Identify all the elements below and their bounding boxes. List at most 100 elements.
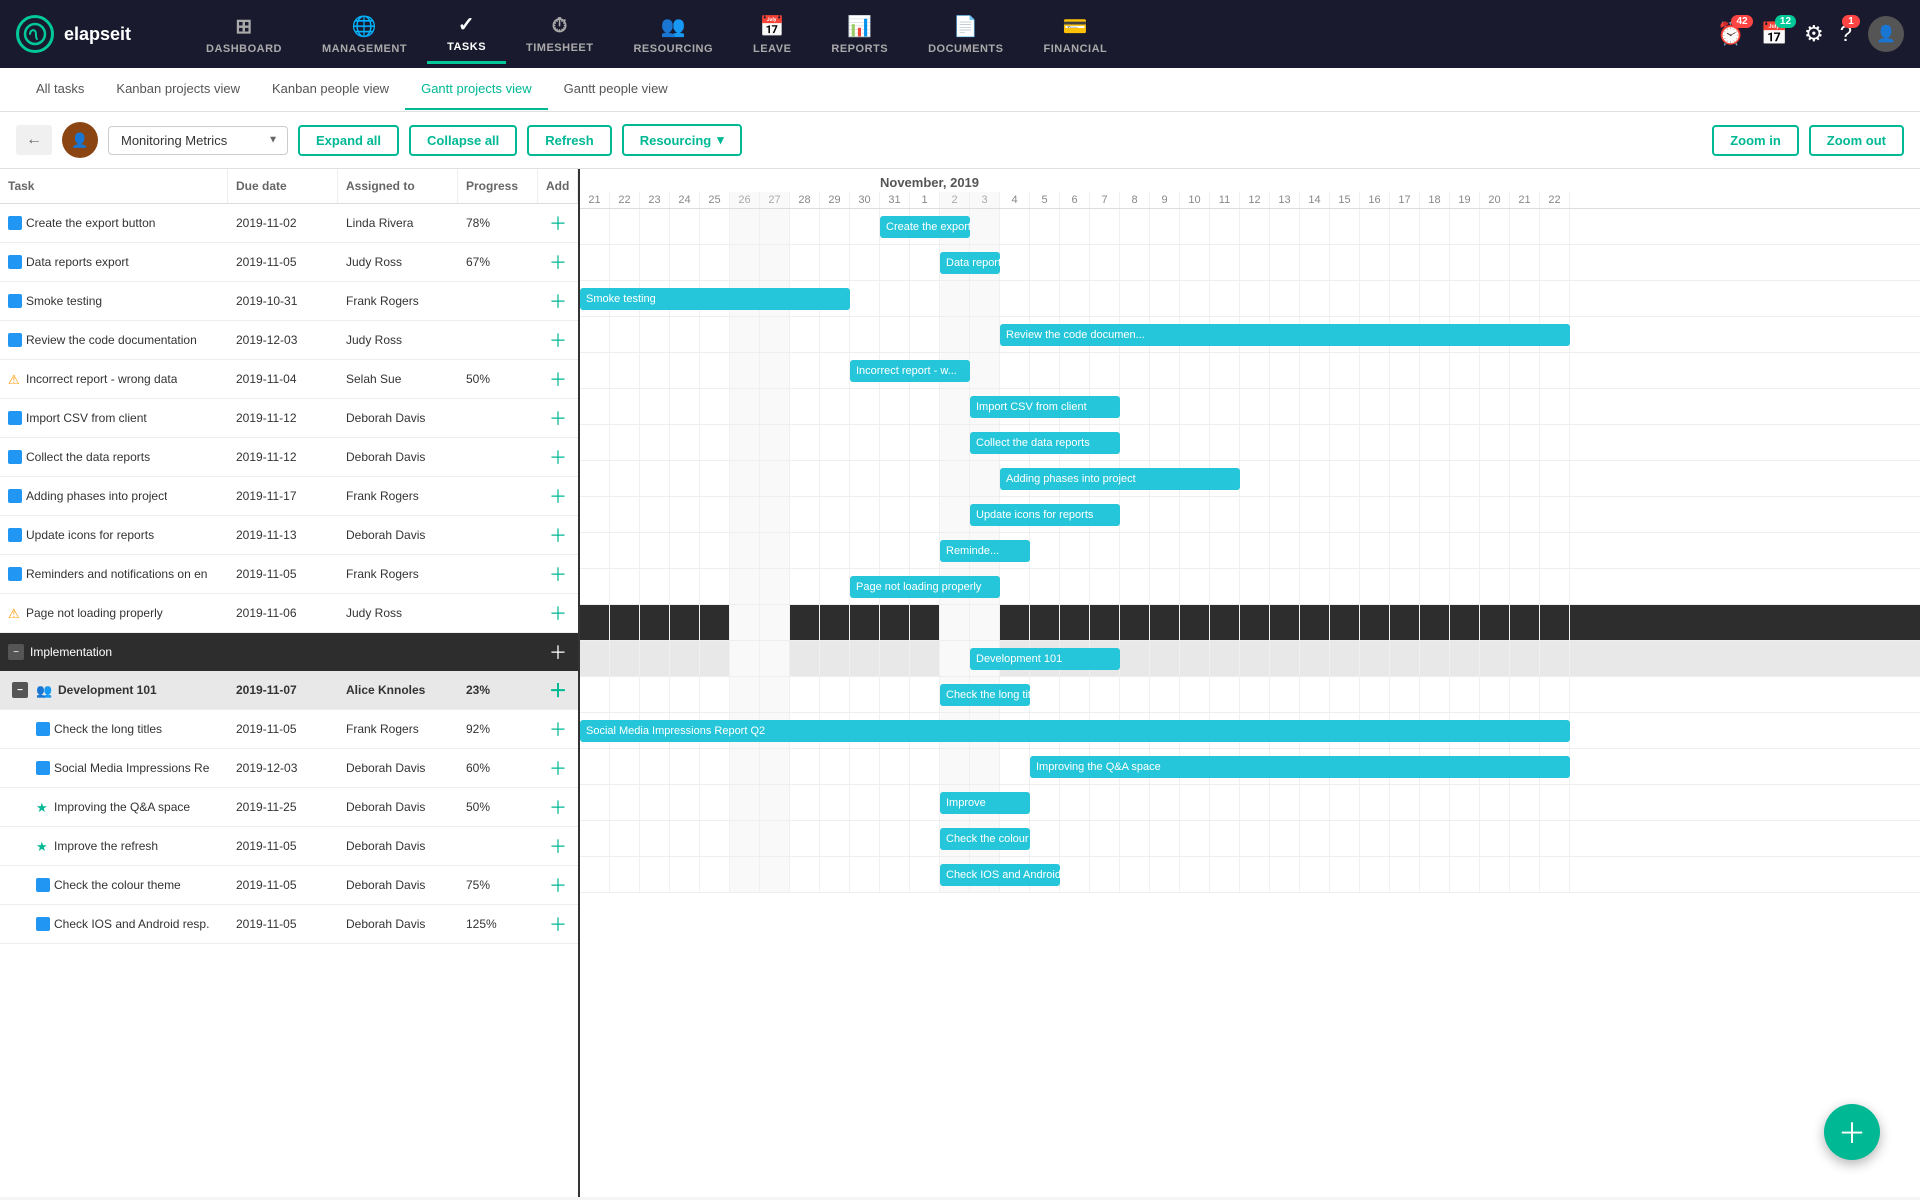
add-task-button[interactable]: ＋	[546, 366, 570, 392]
add-task-button[interactable]: ＋	[546, 483, 570, 509]
table-row: Review the code documentation 2019-12-03…	[0, 321, 578, 360]
nav-documents[interactable]: 📄 DOCUMENTS	[908, 6, 1023, 63]
add-task-button[interactable]: ＋	[546, 288, 570, 314]
gantt-day-14: 14	[1300, 192, 1330, 208]
add-task-button[interactable]: ＋	[546, 522, 570, 548]
task-name-cell: Adding phases into project	[0, 483, 228, 509]
nav-timesheet[interactable]: ⏱ TIMESHEET	[506, 7, 613, 62]
gantt-day-13: 13	[1270, 192, 1300, 208]
collapse-dev-button[interactable]: −	[12, 682, 28, 698]
gantt-day-16: 16	[1360, 192, 1390, 208]
gantt-day-6: 6	[1060, 192, 1090, 208]
nav-tasks[interactable]: ✓ TASKS	[427, 4, 506, 64]
tab-all-tasks[interactable]: All tasks	[20, 69, 100, 110]
nav-reports[interactable]: 📊 REPORTS	[811, 6, 908, 63]
settings-button[interactable]: ⚙	[1804, 21, 1824, 47]
add-task-button[interactable]: ＋	[546, 716, 570, 742]
implementation-group-header: − Implementation ＋	[0, 633, 578, 671]
add-task-button[interactable]: ＋	[546, 872, 570, 898]
gantt-bar[interactable]: Check the long titles	[940, 684, 1030, 706]
back-arrow-button[interactable]: ←	[16, 125, 52, 155]
refresh-button[interactable]: Refresh	[527, 125, 611, 156]
gantt-row: Review the code documen...	[580, 317, 1920, 353]
gantt-bar[interactable]: Social Media Impressions Report Q2	[580, 720, 1570, 742]
gantt-bar[interactable]: Smoke testing	[580, 288, 850, 310]
gantt-bar[interactable]: Reminde...	[940, 540, 1030, 562]
add-task-button[interactable]: ＋	[546, 794, 570, 820]
gantt-row: Improve	[580, 785, 1920, 821]
tab-kanban-projects[interactable]: Kanban projects view	[100, 69, 256, 110]
fab-add-button[interactable]: ＋	[1824, 1104, 1880, 1160]
warning-icon: ⚠	[8, 372, 22, 386]
add-task-button[interactable]: ＋	[546, 210, 570, 236]
task-type-icon	[8, 333, 22, 347]
add-task-button[interactable]: ＋	[546, 600, 570, 626]
add-task-button[interactable]: ＋	[546, 444, 570, 470]
gantt-bar[interactable]: Page not loading properly	[850, 576, 1000, 598]
gantt-bar[interactable]: Adding phases into project	[1000, 468, 1240, 490]
user-avatar[interactable]: 👤	[1868, 16, 1904, 52]
gantt-bar[interactable]: Import CSV from client	[970, 396, 1120, 418]
col-header-assigned: Assigned to	[338, 169, 458, 203]
tab-gantt-people[interactable]: Gantt people view	[548, 69, 684, 110]
zoom-out-button[interactable]: Zoom out	[1809, 125, 1904, 156]
add-task-button[interactable]: ＋	[546, 405, 570, 431]
gantt-chart: November, 2019 2122232425262728293031123…	[580, 169, 1920, 1197]
add-task-button[interactable]: ＋	[546, 833, 570, 859]
task-name-cell: ★ Improving the Q&A space	[0, 794, 228, 820]
gantt-bar[interactable]: Collect the data reports	[970, 432, 1120, 454]
gantt-row: Create the export b...	[580, 209, 1920, 245]
gantt-bar[interactable]: Check the colour theme	[940, 828, 1030, 850]
help-button[interactable]: ? 1	[1840, 21, 1852, 47]
task-add-cell[interactable]: ＋	[538, 204, 578, 242]
gantt-bar[interactable]: Improving the Q&A space	[1030, 756, 1570, 778]
task-type-icon	[8, 489, 22, 503]
gantt-row: Reminde...	[580, 533, 1920, 569]
gantt-day-31: 31	[880, 192, 910, 208]
add-task-button[interactable]: ＋	[546, 561, 570, 587]
group-icon: 👥	[36, 683, 50, 697]
gantt-row: Page not loading properly	[580, 569, 1920, 605]
gantt-bar[interactable]: Incorrect report - w...	[850, 360, 970, 382]
nav-leave[interactable]: 📅 LEAVE	[733, 6, 811, 63]
warning-icon: ⚠	[8, 606, 22, 620]
nav-management[interactable]: 🌐 MANAGEMENT	[302, 6, 427, 63]
tab-gantt-projects[interactable]: Gantt projects view	[405, 69, 548, 110]
add-task-button[interactable]: ＋	[546, 327, 570, 353]
gantt-bar[interactable]: Review the code documen...	[1000, 324, 1570, 346]
nav-dashboard[interactable]: ⊞ DASHBOARD	[186, 6, 302, 63]
gantt-bar[interactable]: Create the export b...	[880, 216, 970, 238]
expand-all-button[interactable]: Expand all	[298, 125, 399, 156]
project-select-wrapper: Monitoring Metrics	[108, 126, 288, 155]
add-task-button[interactable]: ＋	[546, 911, 570, 937]
add-task-button[interactable]: ＋	[546, 249, 570, 275]
gantt-bar[interactable]: Development 101	[970, 648, 1120, 670]
project-select[interactable]: Monitoring Metrics	[108, 126, 288, 155]
gantt-bar[interactable]: Data reports e...	[940, 252, 1000, 274]
calendar-button[interactable]: 📅 12	[1761, 21, 1788, 47]
alerts-button[interactable]: ⏰ 42	[1717, 21, 1744, 47]
logo[interactable]: elapseit	[16, 15, 156, 53]
add-subgroup-button[interactable]: ＋	[546, 677, 570, 703]
main-content: Task Due date Assigned to Progress Add C…	[0, 169, 1920, 1197]
task-type-icon	[36, 722, 50, 736]
gantt-bar[interactable]: Improve	[940, 792, 1030, 814]
gantt-day-12: 12	[1240, 192, 1270, 208]
tasks-icon: ✓	[458, 12, 475, 37]
gantt-bar[interactable]: Check IOS and Android response	[940, 864, 1060, 886]
task-assignee-cell: Linda Rivera	[338, 210, 458, 236]
zoom-in-button[interactable]: Zoom in	[1712, 125, 1799, 156]
col-header-task: Task	[0, 169, 228, 203]
nav-resourcing[interactable]: 👥 RESOURCING	[613, 6, 733, 63]
task-name-cell: Check IOS and Android resp.	[0, 911, 228, 937]
collapse-impl-button[interactable]: −	[8, 644, 24, 660]
resourcing-dropdown-button[interactable]: Resourcing ▾	[622, 124, 742, 156]
gantt-bar[interactable]: Update icons for reports	[970, 504, 1120, 526]
collapse-all-button[interactable]: Collapse all	[409, 125, 517, 156]
tab-kanban-people[interactable]: Kanban people view	[256, 69, 405, 110]
nav-financial[interactable]: 💳 FINANCIAL	[1023, 6, 1127, 63]
add-impl-button[interactable]: ＋	[546, 639, 570, 665]
top-navigation: elapseit ⊞ DASHBOARD 🌐 MANAGEMENT ✓ TASK…	[0, 0, 1920, 68]
logo-icon	[16, 15, 54, 53]
add-task-button[interactable]: ＋	[546, 755, 570, 781]
